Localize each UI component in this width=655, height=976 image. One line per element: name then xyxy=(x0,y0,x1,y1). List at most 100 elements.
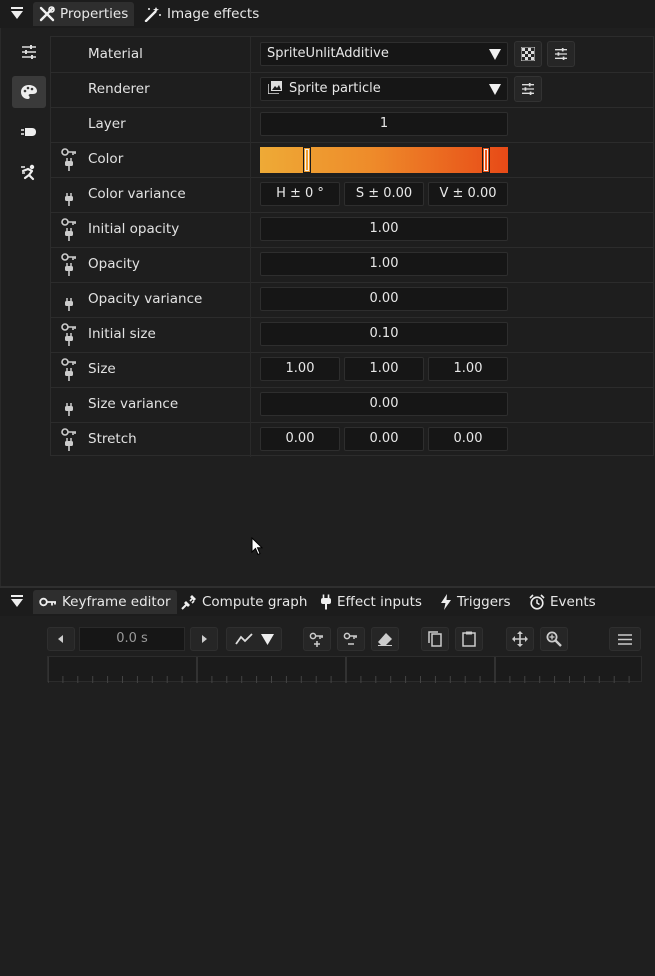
eraser-icon xyxy=(378,633,392,646)
remove-keyframe-button[interactable] xyxy=(337,627,365,651)
plug-icon[interactable] xyxy=(61,183,77,207)
panel-collapse-icon[interactable] xyxy=(10,595,24,609)
tab-image-effects[interactable]: Image effects xyxy=(138,2,265,26)
property-row-color-variance: Color variance H ± 0 ° S ± 0.00 V ± 0.00 xyxy=(51,177,653,213)
sidebar-item-general[interactable] xyxy=(12,36,46,68)
column-divider xyxy=(250,282,251,317)
column-divider xyxy=(250,352,251,387)
value-variance-field[interactable]: V ± 0.00 xyxy=(428,182,508,206)
palette-icon xyxy=(21,85,37,99)
saturation-variance-field[interactable]: S ± 0.00 xyxy=(344,182,424,206)
opacity-field[interactable]: 1.00 xyxy=(260,252,508,276)
material-dropdown[interactable]: SpriteUnlitAdditive xyxy=(260,42,508,66)
color-label: Color xyxy=(88,151,124,167)
opacity-label: Opacity xyxy=(88,256,140,272)
plug-icon xyxy=(321,594,331,610)
opacity-variance-label: Opacity variance xyxy=(88,291,203,307)
tab-triggers[interactable]: Triggers xyxy=(434,590,517,614)
tab-effect-inputs-label: Effect inputs xyxy=(337,594,422,610)
property-row-material: Material SpriteUnlitAdditive xyxy=(51,37,653,73)
curve-chart-icon xyxy=(234,633,253,645)
key-plug-icon[interactable] xyxy=(61,358,77,382)
stretch-label: Stretch xyxy=(88,431,137,447)
paste-keyframes-button[interactable] xyxy=(455,627,483,651)
initial-size-field[interactable]: 0.10 xyxy=(260,322,508,346)
gradient-stop-handle[interactable] xyxy=(303,147,311,173)
tab-properties[interactable]: Properties xyxy=(33,2,135,26)
size-x-field[interactable]: 1.00 xyxy=(260,357,340,381)
column-divider xyxy=(250,212,251,247)
sidebar-item-particles[interactable] xyxy=(12,116,46,148)
renderer-value: Sprite particle xyxy=(289,81,381,96)
panel-collapse-icon[interactable] xyxy=(10,7,24,21)
layer-field[interactable]: 1 xyxy=(260,112,508,136)
plug-icon[interactable] xyxy=(61,288,77,312)
copy-keyframes-button[interactable] xyxy=(421,627,449,651)
dropdown-arrow-icon xyxy=(489,49,501,60)
settings-sliders-icon xyxy=(555,48,567,60)
tab-compute-graph[interactable]: Compute graph xyxy=(175,590,313,614)
zoom-button[interactable] xyxy=(540,627,568,651)
dropdown-arrow-icon xyxy=(260,633,274,645)
timeline-ruler[interactable] xyxy=(47,656,642,683)
size-z-field[interactable]: 1.00 xyxy=(428,357,508,381)
ruler-ticks xyxy=(47,657,630,683)
stretch-z-field[interactable]: 0.00 xyxy=(428,427,508,451)
settings-sliders-icon xyxy=(522,83,534,95)
gradient-stop-handle[interactable] xyxy=(482,147,490,173)
menu-button[interactable] xyxy=(609,627,641,651)
sidebar-item-rendering[interactable] xyxy=(12,76,46,108)
size-y-field[interactable]: 1.00 xyxy=(344,357,424,381)
key-icon xyxy=(39,597,56,607)
tab-properties-label: Properties xyxy=(60,6,129,22)
property-row-opacity-variance: Opacity variance 0.00 xyxy=(51,282,653,318)
column-divider xyxy=(250,247,251,282)
property-row-size-variance: Size variance 0.00 xyxy=(51,387,653,423)
tools-icon xyxy=(39,6,55,22)
top-tab-bar: Properties Image effects xyxy=(0,0,655,28)
curve-type-dropdown[interactable] xyxy=(226,627,282,651)
renderer-dropdown[interactable]: Sprite particle xyxy=(260,77,508,101)
column-divider xyxy=(250,142,251,177)
properties-grid: Material SpriteUnlitAdditive Renderer Sp… xyxy=(50,36,654,457)
column-divider xyxy=(250,387,251,422)
key-plug-icon[interactable] xyxy=(61,428,77,452)
opacity-variance-field[interactable]: 0.00 xyxy=(260,287,508,311)
tab-events[interactable]: Events xyxy=(523,590,602,614)
size-label: Size xyxy=(88,361,116,377)
initial-opacity-field[interactable]: 1.00 xyxy=(260,217,508,241)
size-variance-field[interactable]: 0.00 xyxy=(260,392,508,416)
initial-opacity-label: Initial opacity xyxy=(88,221,180,237)
key-plug-icon[interactable] xyxy=(61,218,77,242)
panel-left-edge xyxy=(0,28,1,586)
stretch-y-field[interactable]: 0.00 xyxy=(344,427,424,451)
hue-variance-field[interactable]: H ± 0 ° xyxy=(260,182,340,206)
key-plug-icon[interactable] xyxy=(61,148,77,172)
property-row-layer: Layer 1 xyxy=(51,107,653,143)
sidebar-item-physics[interactable] xyxy=(12,156,46,188)
material-settings-button[interactable] xyxy=(547,41,575,67)
pan-view-button[interactable] xyxy=(506,627,534,651)
tab-keyframe-editor[interactable]: Keyframe editor xyxy=(33,590,177,614)
key-add-icon xyxy=(309,632,323,647)
material-preview-button[interactable] xyxy=(514,41,542,67)
previous-keyframe-button[interactable] xyxy=(47,627,75,651)
time-field[interactable]: 0.0 s xyxy=(79,627,185,651)
key-remove-icon xyxy=(343,632,357,645)
chevron-right-icon xyxy=(202,635,207,643)
add-keyframe-button[interactable] xyxy=(303,627,331,651)
copy-icon xyxy=(428,631,442,647)
dropdown-arrow-icon xyxy=(489,84,501,95)
stretch-x-field[interactable]: 0.00 xyxy=(260,427,340,451)
key-plug-icon[interactable] xyxy=(61,253,77,277)
magnifier-zoom-icon xyxy=(546,631,562,647)
column-divider xyxy=(250,422,251,457)
next-keyframe-button[interactable] xyxy=(190,627,218,651)
clear-keyframes-button[interactable] xyxy=(371,627,399,651)
color-variance-label: Color variance xyxy=(88,186,186,202)
plug-icon[interactable] xyxy=(61,393,77,417)
color-gradient-editor[interactable] xyxy=(260,147,508,173)
key-plug-icon[interactable] xyxy=(61,323,77,347)
tab-effect-inputs[interactable]: Effect inputs xyxy=(314,590,428,614)
renderer-settings-button[interactable] xyxy=(514,76,542,102)
